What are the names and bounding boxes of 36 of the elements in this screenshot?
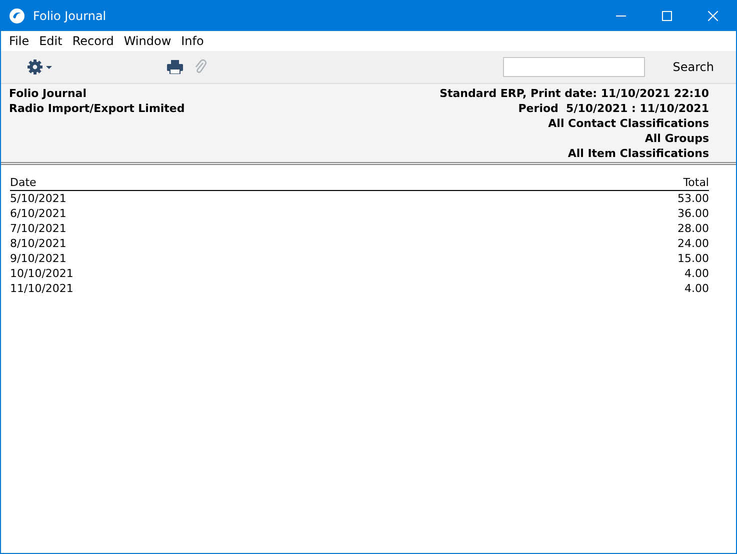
report-parameter: All Groups bbox=[644, 131, 709, 146]
print-button[interactable] bbox=[167, 60, 183, 74]
report-title: Radio Import/Export Limited bbox=[9, 101, 185, 116]
maximize-icon bbox=[662, 11, 672, 21]
app-logo-icon bbox=[9, 8, 25, 24]
menu-item[interactable]: Window bbox=[118, 34, 176, 48]
menu-item[interactable]: Record bbox=[67, 34, 119, 48]
column-header: Total bbox=[683, 176, 709, 189]
table-cell: 11/10/2021 bbox=[10, 282, 74, 295]
table-cell: 24.00 bbox=[678, 237, 709, 250]
table-cell: 28.00 bbox=[678, 222, 709, 235]
window-title: Folio Journal bbox=[33, 9, 108, 23]
table-cell: 4.00 bbox=[684, 267, 709, 280]
table-cell: 7/10/2021 bbox=[10, 222, 66, 235]
report-parameter: Period 5/10/2021 : 11/10/2021 bbox=[518, 101, 709, 116]
table-cell: 6/10/2021 bbox=[10, 207, 66, 220]
column-header: Date bbox=[10, 176, 36, 189]
table-cell: 9/10/2021 bbox=[10, 252, 66, 265]
menu-item[interactable]: File bbox=[4, 34, 34, 48]
table-cell: 53.00 bbox=[678, 192, 709, 205]
close-icon bbox=[708, 11, 718, 21]
table-cell: 36.00 bbox=[678, 207, 709, 220]
report-title: Folio Journal bbox=[9, 86, 86, 101]
menu-item[interactable]: Edit bbox=[34, 34, 68, 48]
settings-button[interactable] bbox=[27, 59, 55, 75]
table-cell: 4.00 bbox=[684, 282, 709, 295]
menu-item[interactable]: Info bbox=[176, 34, 209, 48]
table-cell: 10/10/2021 bbox=[10, 267, 74, 280]
table-cell: 8/10/2021 bbox=[10, 237, 66, 250]
report-parameter: All Contact Classifications bbox=[548, 116, 709, 131]
search-button[interactable]: Search bbox=[672, 60, 714, 74]
table-cell: 15.00 bbox=[678, 252, 709, 265]
table-cell: 5/10/2021 bbox=[10, 192, 66, 205]
search-field[interactable] bbox=[502, 57, 645, 77]
report-parameter: All Item Classifications bbox=[568, 146, 709, 161]
report-parameter: Standard ERP, Print date: 11/10/2021 22:10 bbox=[440, 86, 709, 101]
